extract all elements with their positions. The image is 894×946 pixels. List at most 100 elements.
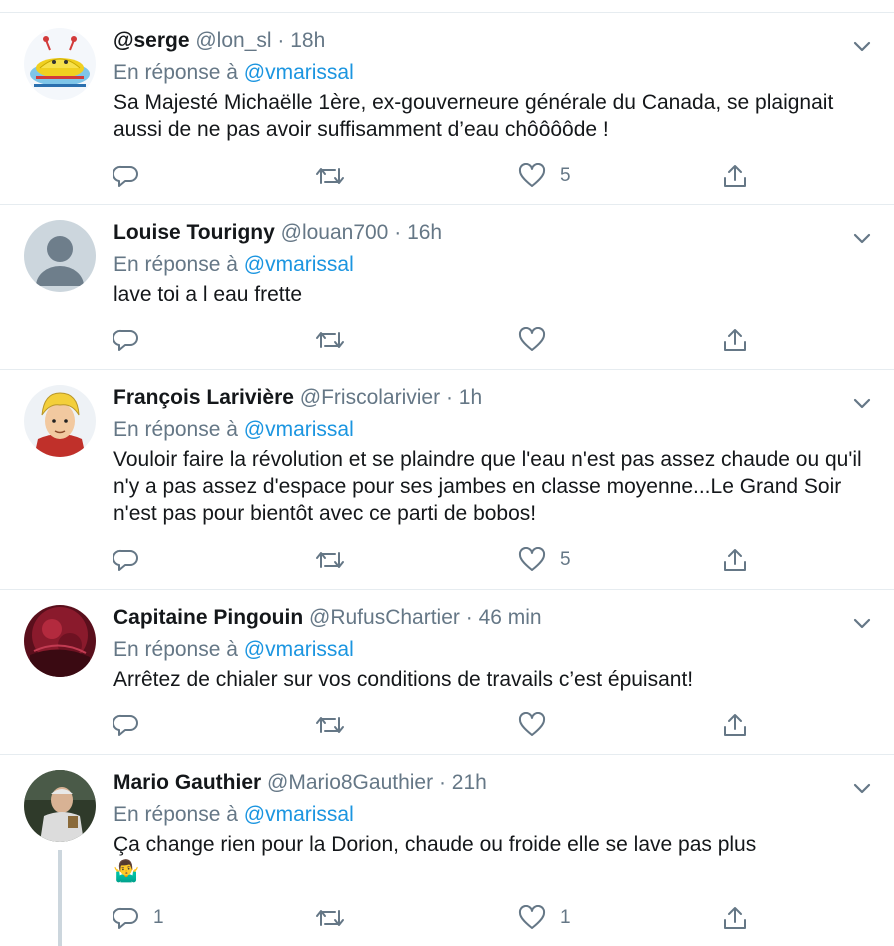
timestamp[interactable]: 21h (452, 771, 487, 794)
avatar[interactable] (24, 770, 96, 842)
mention-link[interactable]: @vmarissal (244, 638, 354, 661)
tweet-content: Mario Gauthier @Mario8Gauthier · 21h En … (113, 769, 870, 885)
separator-dot: · (438, 771, 446, 794)
username[interactable]: @louan700 (281, 221, 389, 244)
retweet-icon (316, 910, 344, 926)
mention-link[interactable]: @vmarissal (244, 418, 354, 441)
share-icon (724, 549, 746, 571)
chevron-down-icon[interactable] (852, 617, 872, 631)
tweet[interactable]: @serge @lon_sl · 18h En réponse à @vmari… (0, 13, 894, 205)
mention-link[interactable]: @vmarissal (244, 61, 354, 84)
tweet-actions (113, 325, 773, 355)
retweet-button[interactable] (315, 710, 359, 740)
separator-dot: · (277, 29, 285, 52)
tweet-actions (113, 710, 773, 740)
tweet-text: lave toi a l eau frette (113, 283, 303, 306)
reply-context: En réponse à @vmarissal (113, 636, 870, 664)
separator-dot: · (394, 221, 402, 244)
reply-icon (113, 329, 138, 351)
reply-button[interactable] (113, 161, 153, 191)
tweet[interactable]: François Larivière @Friscolarivier · 1h … (0, 370, 894, 590)
avatar[interactable] (24, 28, 96, 100)
chevron-down-icon[interactable] (852, 40, 872, 54)
like-button[interactable]: 5 (518, 161, 571, 191)
mention-link[interactable]: @vmarissal (244, 253, 354, 276)
tweet-text-body: Ça change rien pour la Dorion, chaude ou… (113, 833, 757, 856)
mention-link[interactable]: @vmarissal (244, 803, 354, 826)
reply-button[interactable]: 1 (113, 903, 164, 933)
display-name[interactable]: @serge (113, 29, 190, 52)
tweet-content: Capitaine Pingouin @RufusChartier · 46 m… (113, 604, 870, 693)
timestamp[interactable]: 1h (459, 386, 482, 409)
like-button[interactable] (518, 710, 560, 740)
like-button[interactable]: 1 (518, 903, 571, 933)
retweet-button[interactable] (315, 161, 359, 191)
share-button[interactable] (722, 161, 748, 191)
reply-icon (113, 165, 138, 187)
like-count: 5 (560, 549, 571, 570)
tweet[interactable]: Capitaine Pingouin @RufusChartier · 46 m… (0, 590, 894, 755)
reply-button[interactable] (113, 710, 153, 740)
reply-button[interactable] (113, 325, 153, 355)
tweet-header: Capitaine Pingouin @RufusChartier · 46 m… (113, 604, 870, 632)
tweet-text: Ça change rien pour la Dorion, chaude ou… (113, 831, 870, 885)
tweet-text: Vouloir faire la révolution et se plaind… (113, 448, 862, 525)
tweet-header: François Larivière @Friscolarivier · 1h (113, 384, 870, 412)
reply-button[interactable] (113, 545, 153, 575)
username[interactable]: @Friscolarivier (300, 386, 440, 409)
username[interactable]: @lon_sl (195, 29, 271, 52)
heart-icon (518, 712, 546, 736)
tweet[interactable]: Louise Tourigny @louan700 · 16h En répon… (0, 205, 894, 370)
reply-icon (113, 549, 138, 571)
display-name[interactable]: Capitaine Pingouin (113, 606, 303, 629)
timestamp[interactable]: 16h (407, 221, 442, 244)
tweet[interactable]: Mario Gauthier @Mario8Gauthier · 21h En … (0, 755, 894, 946)
retweet-icon (316, 717, 344, 733)
share-button[interactable] (722, 545, 748, 575)
chevron-down-icon[interactable] (852, 397, 872, 411)
like-count: 5 (560, 165, 571, 186)
display-name[interactable]: Mario Gauthier (113, 771, 261, 794)
share-button[interactable] (722, 325, 748, 355)
avatar[interactable] (24, 385, 96, 457)
reply-context: En réponse à @vmarissal (113, 59, 870, 87)
share-icon (724, 907, 746, 929)
share-button[interactable] (722, 710, 748, 740)
display-name[interactable]: Louise Tourigny (113, 221, 275, 244)
tweet-actions: 1 1 (113, 903, 773, 933)
avatar[interactable] (24, 605, 96, 677)
retweet-icon (316, 168, 344, 184)
retweet-icon (316, 552, 344, 568)
retweet-button[interactable] (315, 903, 359, 933)
like-button[interactable]: 5 (518, 545, 571, 575)
share-icon (724, 329, 746, 351)
timestamp[interactable]: 18h (290, 29, 325, 52)
timestamp[interactable]: 46 min (479, 606, 542, 629)
reply-count: 1 (153, 907, 164, 928)
reply-context: En réponse à @vmarissal (113, 801, 870, 829)
separator-dot: · (445, 386, 453, 409)
username[interactable]: @RufusChartier (309, 606, 460, 629)
share-button[interactable] (722, 903, 748, 933)
display-name[interactable]: François Larivière (113, 386, 294, 409)
reply-icon (113, 907, 138, 929)
like-button[interactable] (518, 325, 560, 355)
username[interactable]: @Mario8Gauthier (267, 771, 433, 794)
retweet-button[interactable] (315, 325, 359, 355)
reply-prefix: En réponse à (113, 61, 238, 84)
reply-prefix: En réponse à (113, 638, 238, 661)
tweet-actions: 5 (113, 161, 773, 191)
avatar[interactable] (24, 220, 96, 292)
like-count: 1 (560, 907, 571, 928)
tweet-actions: 5 (113, 545, 773, 575)
reply-prefix: En réponse à (113, 418, 238, 441)
share-icon (724, 714, 746, 736)
tweet-content: Louise Tourigny @louan700 · 16h En répon… (113, 219, 870, 308)
heart-icon (518, 547, 546, 571)
chevron-down-icon[interactable] (852, 782, 872, 796)
chevron-down-icon[interactable] (852, 232, 872, 246)
top-divider (0, 0, 894, 13)
reply-context: En réponse à @vmarissal (113, 251, 870, 279)
retweet-button[interactable] (315, 545, 359, 575)
retweet-icon (316, 332, 344, 348)
